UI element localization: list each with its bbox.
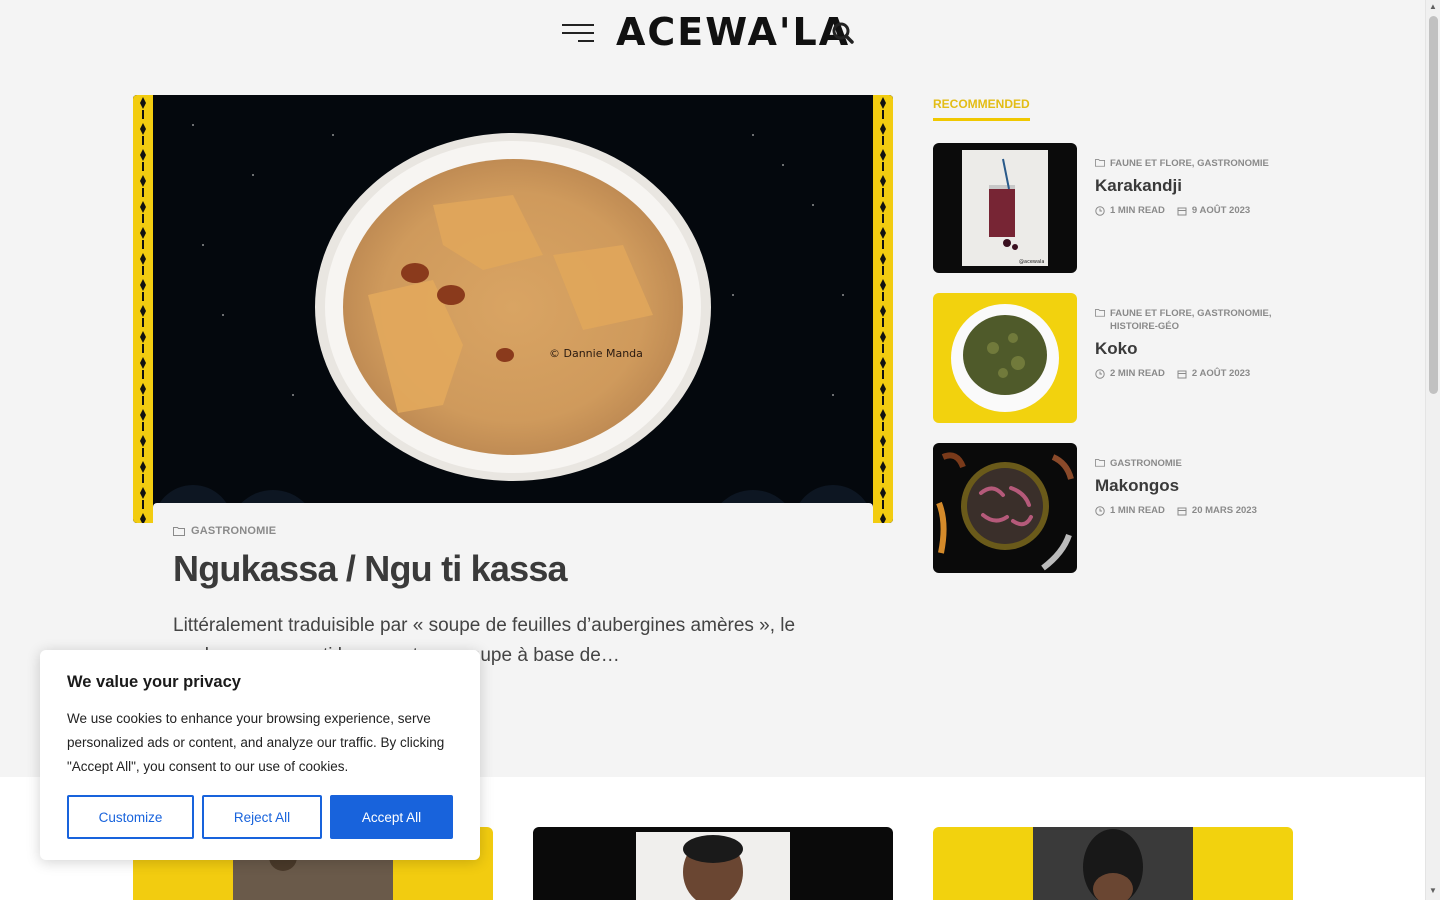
recommended-title[interactable]: Makongos [1095,476,1295,496]
recommended-title[interactable]: Koko [1095,339,1295,359]
search-icon[interactable] [831,21,855,45]
recommended-categories[interactable]: FAUNE ET FLORE, GASTRONOMIE, HISTOIRE-GÉ… [1095,307,1295,333]
recommended-item[interactable]: @acewala FAUNE ET FLORE, GASTRONOMIE Kar… [933,143,1293,273]
cookie-title: We value your privacy [67,673,241,691]
read-time: 1 MIN READ [1110,205,1165,216]
post-card-image[interactable] [533,827,893,900]
reject-all-button[interactable]: Reject All [202,795,322,839]
recommended-heading: RECOMMENDED [933,97,1030,121]
cookie-description: We use cookies to enhance your browsing … [67,711,445,774]
post-date: 9 AOÛT 2023 [1191,205,1251,216]
recommended-item[interactable]: FAUNE ET FLORE, GASTRONOMIE, HISTOIRE-GÉ… [933,293,1293,423]
recommended-thumbnail[interactable] [933,443,1077,573]
clock-icon [1095,505,1105,516]
recommended-thumbnail[interactable]: @acewala [933,143,1077,273]
folder-icon [1095,459,1105,467]
post-date: 20 MARS 2023 [1191,505,1257,516]
site-header: ACEWA'LA [0,0,1425,66]
clock-icon [1095,205,1105,216]
read-time: 2 MIN READ [1110,368,1165,379]
clock-icon [1095,368,1105,379]
thumbnail-watermark: @acewala [1019,259,1045,265]
post-card-image[interactable] [933,827,1293,900]
recommended-categories[interactable]: FAUNE ET FLORE, GASTRONOMIE [1095,157,1295,170]
folder-icon [173,527,185,536]
page-scrollbar[interactable]: ▲ ▼ [1425,0,1440,900]
featured-post-image[interactable]: © Dannie Manda [133,95,893,523]
read-time: 1 MIN READ [1110,505,1165,516]
recommended-title[interactable]: Karakandji [1095,176,1295,196]
scroll-down-arrow-icon[interactable]: ▼ [1429,886,1437,896]
featured-post-card [153,503,873,543]
recommended-categories[interactable]: GASTRONOMIE [1095,457,1295,470]
calendar-icon [1177,507,1187,515]
image-credit: © Dannie Manda [549,347,643,360]
calendar-icon [1177,207,1187,215]
folder-icon [1095,309,1105,317]
scroll-up-arrow-icon[interactable]: ▲ [1429,2,1437,12]
featured-category[interactable]: GASTRONOMIE [173,525,276,537]
featured-category-label[interactable]: GASTRONOMIE [191,525,276,537]
recommended-thumbnail[interactable] [933,293,1077,423]
customize-button[interactable]: Customize [67,795,194,839]
site-logo[interactable]: ACEWA'LA [616,12,850,52]
cookie-consent-banner: We value your privacy We use cookies to … [40,650,480,860]
featured-post-title[interactable]: Ngukassa / Ngu ti kassa [173,548,568,590]
accept-all-button[interactable]: Accept All [330,795,453,839]
calendar-icon [1177,370,1187,378]
scrollbar-thumb[interactable] [1429,16,1438,394]
post-date: 2 AOÛT 2023 [1191,368,1251,379]
recommended-item[interactable]: GASTRONOMIE Makongos 1 MIN READ 20 MARS … [933,443,1293,573]
folder-icon [1095,159,1105,167]
hamburger-menu-icon[interactable] [562,20,594,46]
